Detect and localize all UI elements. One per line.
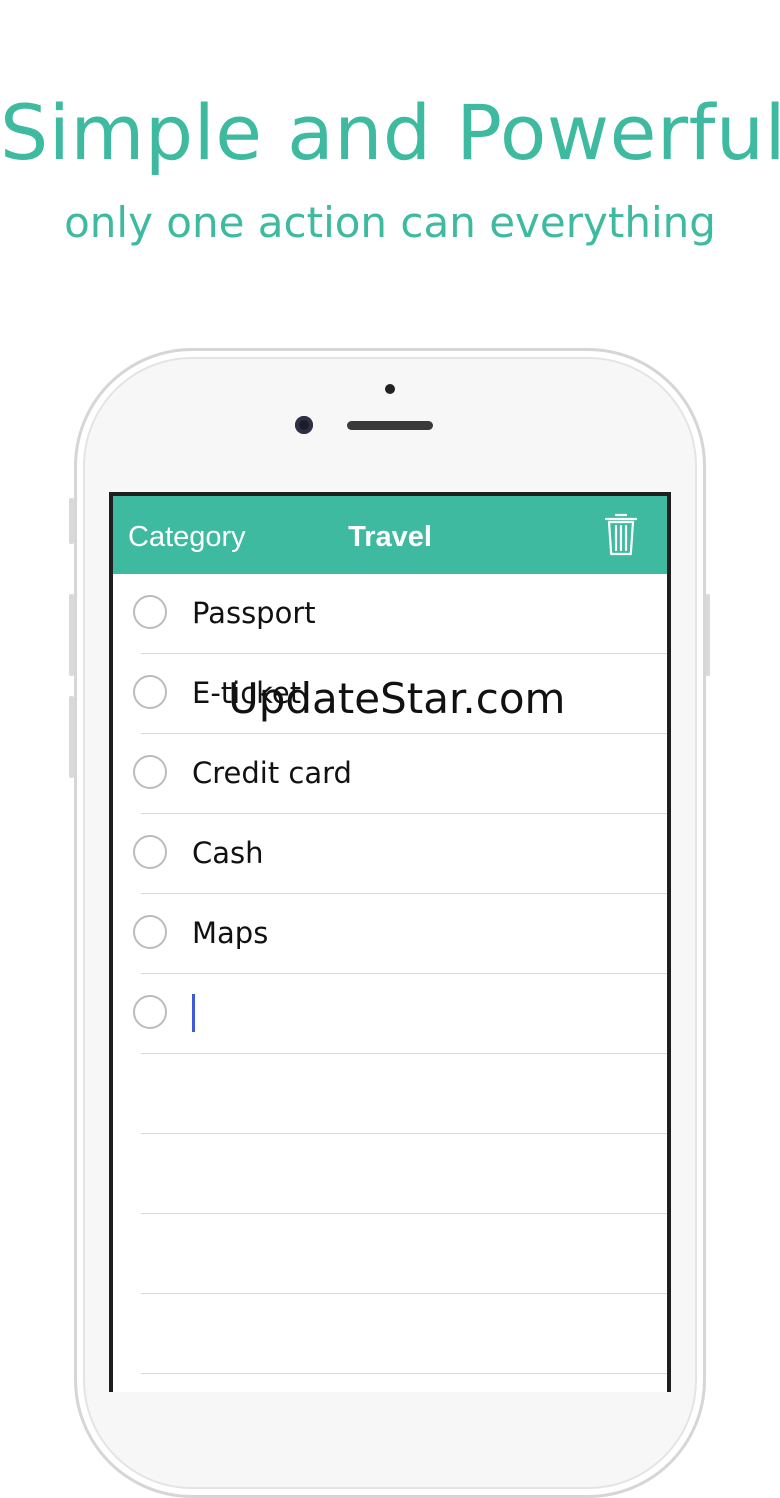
category-button[interactable]: Category [128, 521, 246, 554]
list-item[interactable]: Credit card [113, 734, 667, 814]
phone-screen: Category Travel Passport E-ticket Credit… [109, 492, 671, 1392]
proximity-sensor [385, 384, 395, 394]
item-label: Passport [192, 596, 316, 630]
front-camera [295, 416, 313, 434]
empty-row[interactable] [113, 1134, 667, 1214]
new-item-row[interactable] [113, 974, 667, 1054]
list-item[interactable]: Cash [113, 814, 667, 894]
checkbox-circle[interactable] [133, 915, 167, 949]
checkbox-circle[interactable] [133, 835, 167, 869]
earpiece-speaker [347, 421, 433, 430]
list-item[interactable]: Passport [113, 574, 667, 654]
trash-icon[interactable] [603, 510, 639, 558]
list-item[interactable]: Maps [113, 894, 667, 974]
empty-row[interactable] [113, 1214, 667, 1294]
navigation-bar: Category Travel [113, 496, 667, 574]
item-label: Maps [192, 916, 269, 950]
item-label: Credit card [192, 756, 352, 790]
headline: Simple and Powerful [0, 88, 780, 177]
subheadline: only one action can everything [64, 198, 716, 247]
text-cursor [192, 994, 195, 1032]
empty-row[interactable] [113, 1054, 667, 1134]
checkbox-circle[interactable] [133, 675, 167, 709]
checkbox-circle[interactable] [133, 995, 167, 1029]
empty-row[interactable] [113, 1294, 667, 1374]
checkbox-circle[interactable] [133, 595, 167, 629]
watermark-text: UpdateStar.com [228, 674, 566, 723]
checkbox-circle[interactable] [133, 755, 167, 789]
item-label: Cash [192, 836, 264, 870]
